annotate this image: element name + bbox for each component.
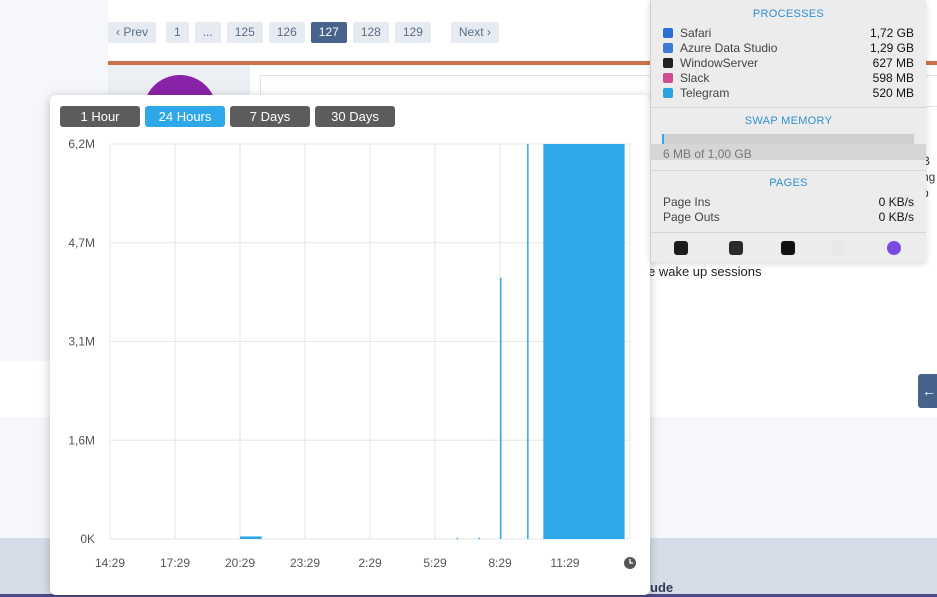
swap-usage-bar (662, 134, 914, 144)
process-row[interactable]: Slack 598 MB (663, 71, 914, 86)
processes-title: PROCESSES (752, 8, 825, 20)
chart-bar (500, 277, 502, 539)
process-name: Safari (680, 26, 712, 40)
console-icon[interactable] (729, 241, 743, 255)
process-name: Telegram (680, 86, 730, 100)
prev-page-button[interactable]: ‹ Prev (108, 22, 157, 43)
page-link[interactable]: 1 (166, 22, 189, 43)
process-row[interactable]: Telegram 520 MB (663, 86, 914, 101)
x-tick-label: 5:29 (423, 556, 447, 570)
current-page[interactable]: 127 (310, 22, 347, 43)
x-tick-label: 17:29 (160, 556, 190, 570)
y-tick-label: 6,2M (68, 137, 95, 151)
x-tick-label: 11:29 (550, 556, 579, 570)
chart-bar (478, 537, 480, 540)
x-tick-label: 8:29 (488, 556, 512, 570)
y-tick-label: 4,7M (68, 236, 95, 250)
safari-icon (663, 28, 673, 38)
process-row[interactable]: WindowServer 627 MB (663, 56, 914, 71)
x-tick-label: 14:29 (95, 556, 125, 570)
footer-text: ude (650, 580, 674, 595)
next-page-button[interactable]: Next › (450, 22, 499, 43)
page-outs-label: Page Outs (663, 210, 720, 224)
terminal-icon[interactable] (781, 241, 795, 255)
process-memory: 1,29 GB (869, 41, 914, 55)
process-name: Slack (680, 71, 710, 85)
swap-text: 6 MB of 1,00 GB (663, 147, 752, 161)
page-outs-row: Page Outs 0 KB/s (663, 210, 914, 224)
process-name: Azure Data Studio (680, 41, 778, 55)
swap-usage-fill (662, 134, 664, 144)
post-text-snippet: e wake up sessions (648, 264, 762, 279)
azure-data-studio-icon (663, 43, 673, 53)
history-chart: 6,2M 4,7M 3,1M 1,6M 0K14:29 17:29 20:29 23:29 2:… (68, 137, 636, 570)
swap-title: SWAP MEMORY (744, 115, 833, 127)
clock-icon[interactable] (624, 557, 636, 569)
page-link[interactable]: 128 (352, 22, 389, 43)
activity-monitor-panel: PROCESSES Safari 1,72 GB Azure Data Studio… (650, 0, 926, 262)
page-ellipsis[interactable]: ... (194, 22, 221, 43)
process-name: WindowServer (680, 56, 759, 70)
firefox-icon[interactable] (887, 241, 901, 255)
process-memory: 520 MB (872, 86, 914, 100)
chart-bar (527, 144, 529, 539)
y-tick-label: 0K (80, 532, 95, 546)
windowserver-icon (663, 58, 673, 68)
network-history-popup: 1 Hour 24 Hours 7 Days 30 Days 6,2M 4,7M 3… (50, 95, 650, 595)
disk-utility-icon[interactable] (831, 241, 845, 255)
page-ins-value: 0 KB/s (878, 195, 914, 209)
app-shortcut-bar (651, 236, 926, 262)
y-tick-label: 1,6M (68, 433, 95, 447)
divider (651, 107, 926, 108)
process-memory: 598 MB (872, 71, 914, 85)
divider (651, 170, 926, 171)
process-memory: 1,72 GB (869, 26, 914, 40)
activity-monitor-icon[interactable] (674, 241, 688, 255)
back-arrow-button[interactable]: ← (918, 374, 937, 408)
divider (651, 232, 926, 233)
chart-bar (543, 144, 625, 539)
page-ins-label: Page Ins (663, 195, 711, 209)
pages-title: PAGES (769, 177, 808, 189)
page-link[interactable]: 125 (226, 22, 263, 43)
x-tick-label: 23:29 (290, 556, 320, 570)
page-ins-row: Page Ins 0 KB/s (663, 195, 914, 209)
slack-icon (663, 73, 673, 83)
process-row[interactable]: Azure Data Studio 1,29 GB (663, 41, 914, 56)
telegram-icon (663, 88, 673, 98)
y-tick-label: 3,1M (68, 335, 95, 349)
process-memory: 627 MB (872, 56, 914, 70)
x-tick-label: 20:29 (225, 556, 255, 570)
page-link[interactable]: 126 (268, 22, 305, 43)
pagination: ‹ Prev 1 ... 125 126 127 128 129 Next › (108, 22, 499, 43)
chart-bar (456, 537, 459, 540)
process-row[interactable]: Safari 1,72 GB (663, 26, 914, 41)
page-outs-value: 0 KB/s (878, 210, 914, 224)
chart-bar (240, 536, 262, 539)
page-link[interactable]: 129 (394, 22, 431, 43)
x-tick-label: 2:29 (358, 556, 382, 570)
